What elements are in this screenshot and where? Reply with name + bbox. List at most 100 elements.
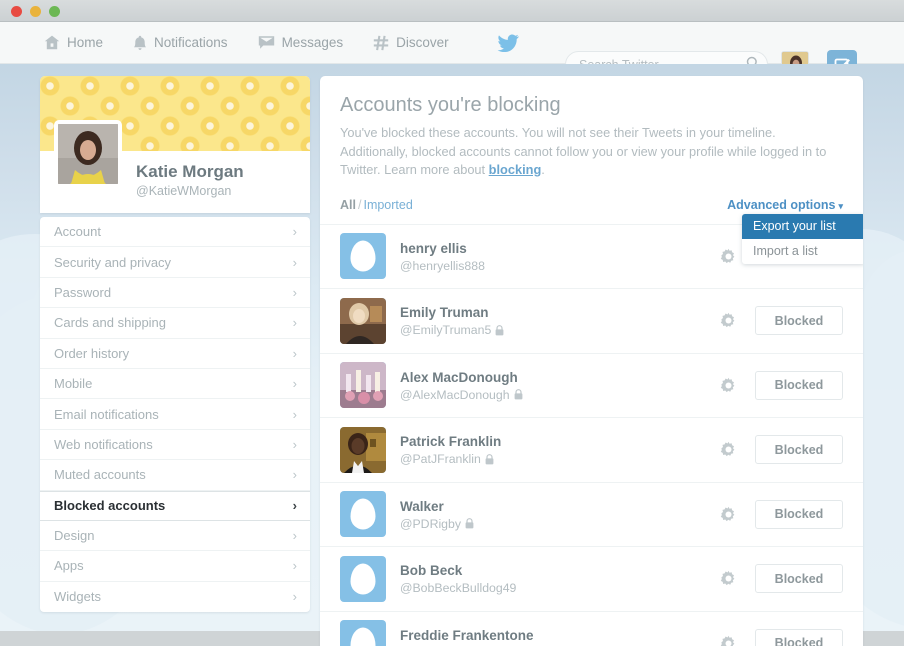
sidebar-item-design[interactable]: Design› bbox=[40, 521, 310, 551]
hashtag-icon bbox=[373, 35, 389, 51]
account-avatar[interactable] bbox=[340, 362, 386, 408]
blocked-account-row: Patrick Franklin @PatJFranklin Blocked bbox=[320, 417, 863, 482]
filter-tabs: All/Imported bbox=[340, 198, 413, 212]
main-panel: Accounts you're blocking You've blocked … bbox=[320, 76, 863, 646]
account-avatar[interactable] bbox=[340, 556, 386, 602]
blocked-toggle-button[interactable]: Blocked bbox=[755, 306, 843, 335]
blocking-link[interactable]: blocking bbox=[489, 162, 542, 177]
gear-icon[interactable] bbox=[720, 377, 737, 394]
sidebar-item-order-history[interactable]: Order history› bbox=[40, 339, 310, 369]
tab-separator: / bbox=[358, 198, 361, 212]
window-titlebar bbox=[0, 0, 904, 22]
menu-item-export-your-list[interactable]: Export your list bbox=[742, 214, 863, 239]
profile-avatar[interactable] bbox=[54, 120, 122, 188]
account-name[interactable]: Freddie Frankentone bbox=[400, 627, 720, 644]
account-info: Emily Truman @EmilyTruman5 bbox=[400, 304, 720, 337]
gear-icon[interactable] bbox=[720, 312, 737, 329]
account-info: henry ellis @henryellis888 bbox=[400, 240, 720, 273]
tab-imported[interactable]: Imported bbox=[363, 198, 412, 212]
page-title: Accounts you're blocking bbox=[340, 92, 843, 118]
gear-icon[interactable] bbox=[720, 635, 737, 646]
account-handle: @EmilyTruman5 bbox=[400, 323, 720, 337]
sidebar-item-label: Security and privacy bbox=[54, 255, 171, 270]
account-avatar[interactable] bbox=[340, 491, 386, 537]
top-navigation-bar: Home Notifications Messages Discover bbox=[0, 22, 904, 64]
default-egg-avatar-icon bbox=[351, 628, 376, 646]
account-avatar[interactable] bbox=[340, 620, 386, 646]
chevron-down-icon: ▾ bbox=[838, 201, 843, 211]
account-info: Patrick Franklin @PatJFranklin bbox=[400, 433, 720, 466]
sidebar-item-cards-and-shipping[interactable]: Cards and shipping› bbox=[40, 308, 310, 338]
profile-name: Katie Morgan bbox=[136, 162, 310, 182]
chevron-right-icon: › bbox=[293, 376, 297, 391]
blocked-account-row: Walker @PDRigby Blocked bbox=[320, 482, 863, 547]
default-egg-avatar-icon bbox=[351, 563, 376, 594]
sidebar-item-blocked-accounts[interactable]: Blocked accounts › bbox=[40, 491, 310, 521]
gear-icon[interactable] bbox=[720, 570, 737, 587]
sidebar-item-mobile[interactable]: Mobile› bbox=[40, 369, 310, 399]
account-avatar[interactable] bbox=[340, 233, 386, 279]
sidebar-item-widgets[interactable]: Widgets› bbox=[40, 582, 310, 612]
account-avatar[interactable] bbox=[340, 298, 386, 344]
nav-item-home[interactable]: Home bbox=[44, 35, 103, 50]
sidebar-item-label: Widgets bbox=[54, 589, 101, 604]
blocked-toggle-button[interactable]: Blocked bbox=[755, 629, 843, 646]
nav-label-notifications: Notifications bbox=[154, 35, 228, 50]
sidebar-item-label: Password bbox=[54, 285, 111, 300]
page-description: You've blocked these accounts. You will … bbox=[340, 124, 843, 180]
sidebar-item-account[interactable]: Account› bbox=[40, 217, 310, 247]
account-handle-text: @PDRigby bbox=[400, 517, 461, 531]
chevron-right-icon: › bbox=[293, 285, 297, 300]
blocked-toggle-button[interactable]: Blocked bbox=[755, 435, 843, 464]
account-handle: @PDRigby bbox=[400, 517, 720, 531]
nav-item-messages[interactable]: Messages bbox=[258, 35, 344, 50]
tab-all[interactable]: All bbox=[340, 198, 356, 212]
chevron-right-icon: › bbox=[293, 437, 297, 452]
sidebar-item-label: Design bbox=[54, 528, 94, 543]
account-name[interactable]: Alex MacDonough bbox=[400, 369, 720, 386]
account-name[interactable]: henry ellis bbox=[400, 240, 720, 257]
nav-item-notifications[interactable]: Notifications bbox=[133, 35, 228, 51]
sidebar-item-label: Cards and shipping bbox=[54, 315, 166, 330]
sidebar-item-security-and-privacy[interactable]: Security and privacy › bbox=[40, 247, 310, 277]
menu-item-import-a-list[interactable]: Import a list bbox=[742, 239, 863, 264]
maximize-window-button[interactable] bbox=[49, 6, 60, 17]
chevron-right-icon: › bbox=[293, 558, 297, 573]
panel-header: Accounts you're blocking You've blocked … bbox=[320, 76, 863, 180]
sidebar-item-password[interactable]: Password › bbox=[40, 278, 310, 308]
account-name[interactable]: Walker bbox=[400, 498, 720, 515]
account-name[interactable]: Emily Truman bbox=[400, 304, 720, 321]
gear-icon[interactable] bbox=[720, 506, 737, 523]
account-handle-text: @henryellis888 bbox=[400, 259, 485, 273]
sidebar-item-apps[interactable]: Apps › bbox=[40, 551, 310, 581]
sidebar-item-label: Blocked accounts bbox=[54, 498, 165, 513]
sidebar-item-web-notifications[interactable]: Web notifications› bbox=[40, 430, 310, 460]
blocked-toggle-button[interactable]: Blocked bbox=[755, 564, 843, 593]
gear-icon[interactable] bbox=[720, 441, 737, 458]
advanced-options-button[interactable]: Advanced options▾ bbox=[727, 198, 843, 212]
advanced-options-label: Advanced options bbox=[727, 198, 835, 212]
account-info: Walker @PDRigby bbox=[400, 498, 720, 531]
account-name[interactable]: Bob Beck bbox=[400, 562, 720, 579]
sidebar-item-email-notifications[interactable]: Email notifications› bbox=[40, 399, 310, 429]
blocked-account-row: Bob Beck@BobBeckBulldog49Blocked bbox=[320, 546, 863, 611]
blocked-toggle-button[interactable]: Blocked bbox=[755, 371, 843, 400]
account-handle: @PatJFranklin bbox=[400, 452, 720, 466]
nav-item-discover[interactable]: Discover bbox=[373, 35, 449, 51]
sidebar-item-label: Apps bbox=[54, 558, 84, 573]
chevron-right-icon: › bbox=[293, 224, 297, 239]
lock-icon bbox=[495, 325, 504, 336]
profile-body: Katie Morgan @KatieWMorgan bbox=[40, 151, 310, 213]
chevron-right-icon: › bbox=[293, 498, 297, 513]
sidebar-item-muted-accounts[interactable]: Muted accounts› bbox=[40, 460, 310, 490]
description-suffix: . bbox=[541, 162, 545, 177]
twitter-bird-icon[interactable] bbox=[497, 34, 519, 52]
gear-icon[interactable] bbox=[720, 248, 737, 265]
account-name[interactable]: Patrick Franklin bbox=[400, 433, 720, 450]
account-avatar[interactable] bbox=[340, 427, 386, 473]
account-handle-text: @PatJFranklin bbox=[400, 452, 481, 466]
close-window-button[interactable] bbox=[11, 6, 22, 17]
chevron-right-icon: › bbox=[293, 255, 297, 270]
blocked-toggle-button[interactable]: Blocked bbox=[755, 500, 843, 529]
minimize-window-button[interactable] bbox=[30, 6, 41, 17]
